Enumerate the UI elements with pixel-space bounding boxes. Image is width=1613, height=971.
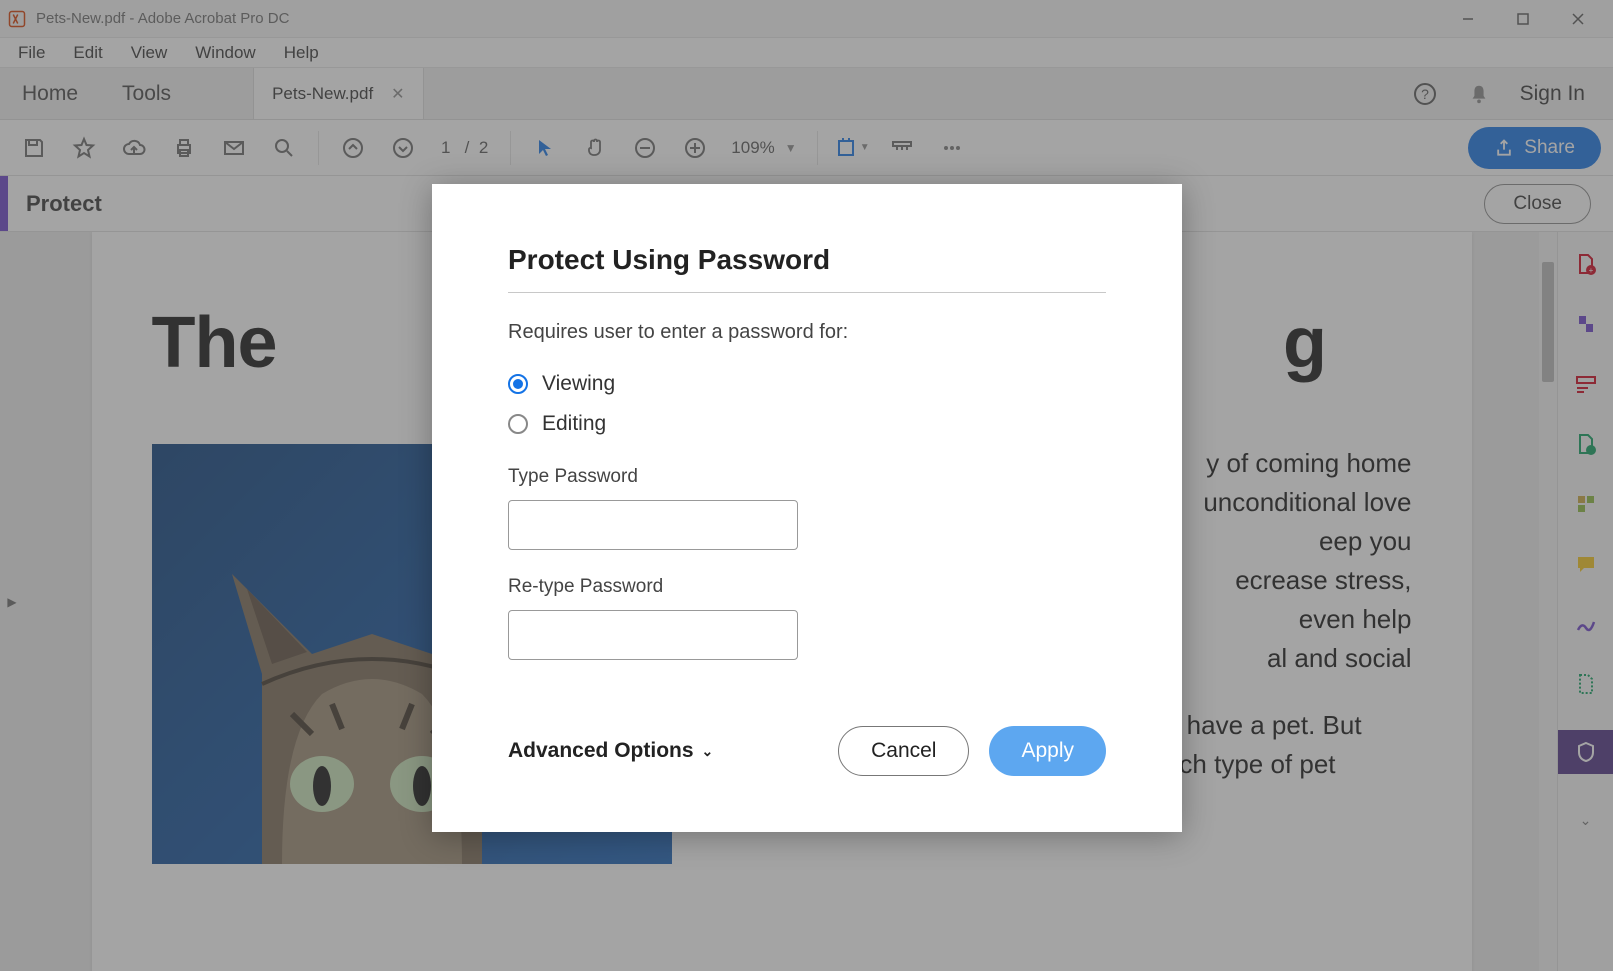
radio-editing-label: Editing (542, 412, 606, 436)
dialog-title: Protect Using Password (508, 244, 1106, 293)
apply-button[interactable]: Apply (989, 726, 1106, 776)
radio-dot-icon (508, 374, 528, 394)
dialog-requires-label: Requires user to enter a password for: (508, 321, 1106, 344)
advanced-options-toggle[interactable]: Advanced Options ⌄ (508, 739, 713, 763)
advanced-options-label: Advanced Options (508, 739, 694, 763)
chevron-down-icon: ⌄ (702, 743, 714, 760)
radio-viewing-label: Viewing (542, 372, 615, 396)
radio-editing[interactable]: Editing (508, 412, 1106, 436)
type-password-label: Type Password (508, 466, 1106, 488)
type-password-input[interactable] (508, 500, 798, 550)
cancel-button[interactable]: Cancel (838, 726, 969, 776)
radio-dot-icon (508, 414, 528, 434)
retype-password-input[interactable] (508, 610, 798, 660)
protect-password-dialog: Protect Using Password Requires user to … (432, 184, 1182, 832)
radio-viewing[interactable]: Viewing (508, 372, 1106, 396)
retype-password-label: Re-type Password (508, 576, 1106, 598)
